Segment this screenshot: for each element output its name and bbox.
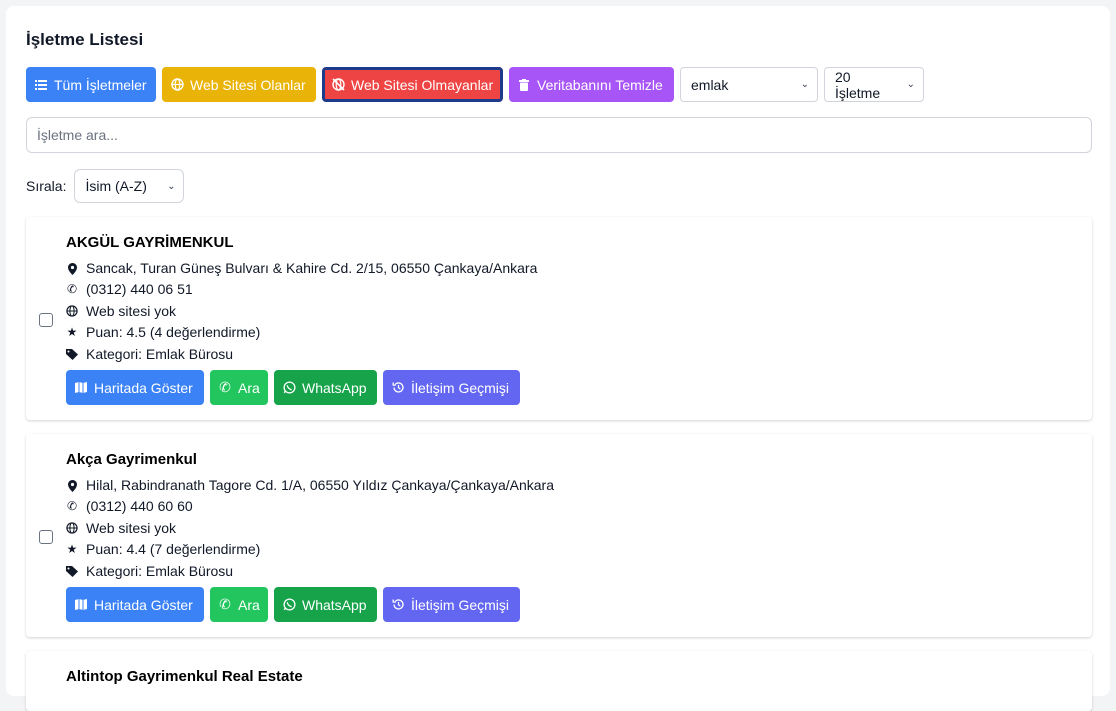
globe-icon	[66, 305, 78, 318]
call-button[interactable]: ✆ Ara	[210, 587, 268, 622]
business-rating: Puan: 4.4 (7 değerlendirme)	[86, 541, 261, 558]
business-name: Akça Gayrimenkul	[66, 451, 197, 468]
category-select[interactable]: emlak ⌄	[680, 67, 818, 102]
all-businesses-button[interactable]: Tüm İşletmeler	[26, 67, 156, 102]
rating-row: ★ Puan: 4.4 (7 değerlendirme)	[66, 539, 554, 560]
business-address: Sancak, Turan Güneş Bulvarı & Kahire Cd.…	[86, 260, 538, 276]
without-website-label: Web Sitesi Olmayanlar	[351, 76, 494, 93]
clear-database-button[interactable]: Veritabanını Temizle	[509, 67, 674, 102]
business-phone: (0312) 440 06 51	[86, 281, 193, 298]
business-card: AKGÜL GAYRİMENKUL Sancak, Turan Güneş Bu…	[26, 217, 1092, 420]
show-on-map-button[interactable]: Haritada Göster	[66, 370, 204, 405]
contact-history-label: İletişim Geçmişi	[411, 596, 510, 613]
tag-icon	[66, 565, 78, 577]
with-website-label: Web Sitesi Olanlar	[190, 76, 306, 93]
website-row: Web sitesi yok	[66, 301, 537, 322]
globe-icon	[66, 522, 78, 535]
whatsapp-label: WhatsApp	[302, 379, 367, 396]
card-actions: Haritada Göster ✆ Ara WhatsApp İletişim …	[66, 370, 520, 405]
business-rating: Puan: 4.5 (4 değerlendirme)	[86, 324, 261, 341]
sort-select-value: İsim (A-Z)	[85, 178, 147, 194]
website-row: Web sitesi yok	[66, 518, 554, 539]
phone-icon: ✆	[66, 282, 78, 297]
whatsapp-button[interactable]: WhatsApp	[274, 370, 377, 405]
count-select[interactable]: 20 İşletme ⌄	[824, 67, 924, 102]
show-on-map-label: Haritada Göster	[94, 379, 193, 396]
filter-toolbar: Tüm İşletmeler Web Sitesi Olanlar Web Si…	[26, 67, 924, 102]
phone-icon: ✆	[219, 379, 231, 395]
all-businesses-label: Tüm İşletmeler	[54, 76, 147, 93]
star-icon: ★	[66, 325, 78, 340]
map-icon	[74, 381, 88, 395]
count-select-value: 20 İşletme	[835, 68, 881, 101]
show-on-map-button[interactable]: Haritada Göster	[66, 587, 204, 622]
whatsapp-icon	[282, 598, 296, 612]
with-website-button[interactable]: Web Sitesi Olanlar	[162, 67, 316, 102]
call-label: Ara	[238, 379, 260, 396]
chevron-down-icon: ⌄	[800, 79, 809, 90]
contact-history-button[interactable]: İletişim Geçmişi	[383, 587, 520, 622]
show-on-map-label: Haritada Göster	[94, 596, 193, 613]
phone-icon: ✆	[66, 499, 78, 514]
whatsapp-button[interactable]: WhatsApp	[274, 587, 377, 622]
select-checkbox[interactable]	[39, 530, 53, 544]
search-input[interactable]	[26, 117, 1092, 153]
business-phone: (0312) 440 60 60	[86, 498, 193, 515]
star-icon: ★	[66, 542, 78, 557]
tag-icon	[66, 348, 78, 360]
without-website-button[interactable]: Web Sitesi Olmayanlar	[322, 67, 503, 102]
business-name: Altintop Gayrimenkul Real Estate	[66, 668, 303, 685]
call-label: Ara	[238, 596, 260, 613]
history-icon	[391, 381, 405, 395]
contact-history-button[interactable]: İletişim Geçmişi	[383, 370, 520, 405]
category-select-value: emlak	[691, 76, 729, 93]
category-row: Kategori: Emlak Bürosu	[66, 561, 554, 582]
business-name: AKGÜL GAYRİMENKUL	[66, 234, 234, 251]
phone-row: ✆ (0312) 440 60 60	[66, 496, 554, 517]
clear-database-label: Veritabanını Temizle	[537, 76, 663, 93]
business-website: Web sitesi yok	[86, 302, 176, 319]
chevron-down-icon: ⌄	[167, 180, 176, 192]
address-row: Sancak, Turan Güneş Bulvarı & Kahire Cd.…	[66, 258, 537, 279]
business-info: Sancak, Turan Güneş Bulvarı & Kahire Cd.…	[66, 258, 537, 365]
history-icon	[391, 598, 405, 612]
card-actions: Haritada Göster ✆ Ara WhatsApp İletişim …	[66, 587, 520, 622]
business-category: Kategori: Emlak Bürosu	[86, 562, 234, 579]
business-card: Akça Gayrimenkul Hilal, Rabindranath Tag…	[26, 434, 1092, 637]
sort-label: Sırala:	[26, 178, 67, 194]
whatsapp-label: WhatsApp	[302, 596, 367, 613]
phone-icon: ✆	[219, 596, 231, 612]
contact-history-label: İletişim Geçmişi	[411, 379, 510, 396]
globe-icon	[170, 78, 184, 92]
chevron-down-icon: ⌄	[906, 79, 915, 90]
sort-select[interactable]: İsim (A-Z) ⌄	[74, 169, 185, 203]
map-pin-icon	[66, 262, 78, 275]
page-title: İşletme Listesi	[26, 30, 144, 49]
category-row: Kategori: Emlak Bürosu	[66, 344, 537, 365]
address-row: Hilal, Rabindranath Tagore Cd. 1/A, 0655…	[66, 475, 554, 496]
phone-row: ✆ (0312) 440 06 51	[66, 279, 537, 300]
select-checkbox[interactable]	[39, 313, 53, 327]
map-icon	[74, 598, 88, 612]
whatsapp-icon	[282, 381, 296, 395]
business-info: Hilal, Rabindranath Tagore Cd. 1/A, 0655…	[66, 475, 554, 582]
list-icon	[34, 78, 48, 92]
sort-row: Sırala: İsim (A-Z) ⌄	[26, 169, 185, 203]
business-website: Web sitesi yok	[86, 519, 176, 536]
call-button[interactable]: ✆ Ara	[210, 370, 268, 405]
trash-icon	[517, 78, 531, 92]
business-card: Altintop Gayrimenkul Real Estate	[26, 651, 1092, 711]
rating-row: ★ Puan: 4.5 (4 değerlendirme)	[66, 322, 537, 343]
map-pin-icon	[66, 479, 78, 492]
business-address: Hilal, Rabindranath Tagore Cd. 1/A, 0655…	[86, 477, 554, 493]
main-panel: İşletme Listesi Tüm İşletmeler Web Sites…	[6, 6, 1110, 711]
globe-slash-icon	[331, 78, 345, 92]
business-category: Kategori: Emlak Bürosu	[86, 345, 234, 362]
